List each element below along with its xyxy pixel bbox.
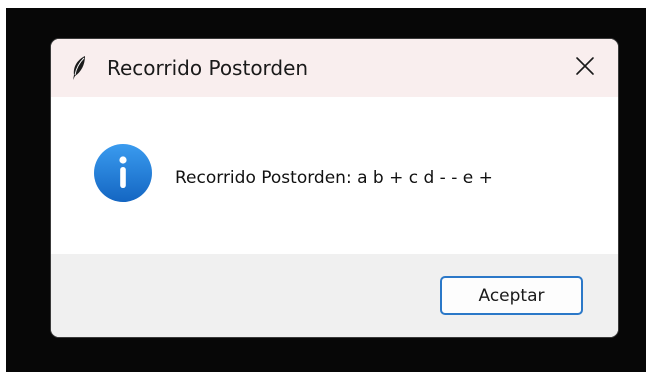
screenshot-frame: Recorrido Postorden Recorrido Postorden:… <box>0 0 652 379</box>
close-icon <box>575 56 595 80</box>
ok-button[interactable]: Aceptar <box>440 276 583 315</box>
dialog-title: Recorrido Postorden <box>107 56 309 80</box>
dialog-message: Recorrido Postorden: a b + c d - - e + <box>175 168 493 188</box>
feather-icon <box>71 55 87 81</box>
dialog-footer: Aceptar <box>51 254 618 337</box>
close-button[interactable] <box>565 49 605 87</box>
info-icon <box>93 143 153 203</box>
dialog-content: Recorrido Postorden: a b + c d - - e + <box>51 97 618 254</box>
message-dialog: Recorrido Postorden Recorrido Postorden:… <box>51 39 618 337</box>
dialog-titlebar[interactable]: Recorrido Postorden <box>51 39 618 97</box>
